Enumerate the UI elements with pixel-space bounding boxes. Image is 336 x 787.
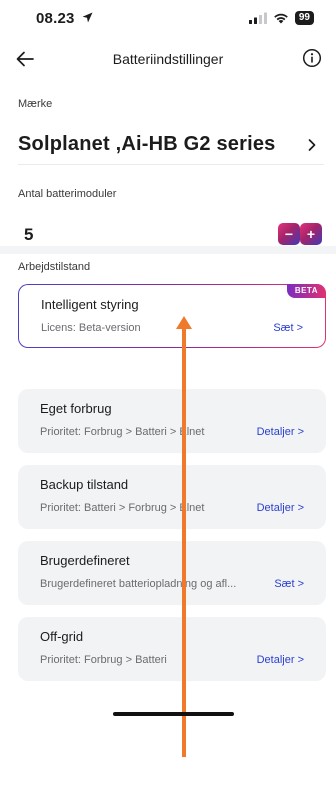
mode-title: Eget forbrug (40, 401, 112, 416)
section-separator (0, 246, 336, 254)
home-indicator (113, 712, 234, 716)
details-link[interactable]: Detaljer > (257, 426, 304, 438)
mode-card-custom[interactable]: Brugerdefineret Brugerdefineret batterio… (18, 541, 326, 605)
status-icons: 99 (248, 11, 314, 25)
mode-title: Brugerdefineret (40, 553, 130, 568)
mode-subtitle: Licens: Beta-version (41, 322, 141, 334)
annotation-arrow-shaft (182, 327, 186, 757)
mode-card-intelligent[interactable]: BETA Intelligent styring Licens: Beta-ve… (18, 284, 326, 348)
info-circle-icon[interactable] (302, 48, 322, 68)
mode-title: Intelligent styring (41, 297, 139, 312)
decrement-button[interactable]: − (278, 223, 300, 245)
modules-count: 5 (24, 225, 34, 244)
nav-bar: Batteriindstillinger (0, 42, 336, 76)
mode-subtitle: Prioritet: Forbrug > Batteri (40, 654, 167, 666)
work-mode-label: Arbejdstilstand (18, 261, 91, 273)
mode-card-off-grid[interactable]: Off-grid Prioritet: Forbrug > Batteri De… (18, 617, 326, 681)
mode-card-backup[interactable]: Backup tilstand Prioritet: Batteri > For… (18, 465, 326, 529)
mode-card-self-consumption[interactable]: Eget forbrug Prioritet: Forbrug > Batter… (18, 389, 326, 453)
chevron-right-icon[interactable] (306, 138, 318, 152)
details-link[interactable]: Detaljer > (257, 654, 304, 666)
battery-level: 99 (294, 11, 314, 25)
mode-title: Off-grid (40, 629, 84, 644)
mode-subtitle: Prioritet: Batteri > Forbrug > Elnet (40, 502, 205, 514)
set-link[interactable]: Sæt > (273, 322, 303, 334)
divider (18, 164, 324, 165)
status-time: 08.23 (36, 10, 75, 27)
mode-title: Backup tilstand (40, 477, 129, 492)
status-bar: 08.23 99 (0, 0, 336, 36)
beta-badge: BETA (286, 284, 326, 298)
modules-label: Antal batterimoduler (18, 188, 117, 200)
location-arrow-icon (82, 12, 93, 23)
signal-icon (248, 12, 267, 24)
page-title: Batteriindstillinger (112, 51, 224, 67)
set-link[interactable]: Sæt > (274, 578, 304, 590)
wifi-icon (274, 13, 288, 24)
brand-value[interactable]: Solplanet ,Ai-HB G2 series (18, 133, 276, 156)
details-link[interactable]: Detaljer > (257, 502, 304, 514)
mode-subtitle: Brugerdefineret batteriopladning og afl.… (40, 578, 237, 590)
annotation-arrow-head (176, 316, 192, 329)
mode-subtitle: Prioritet: Forbrug > Batteri > Elnet (40, 426, 205, 438)
increment-button[interactable]: + (300, 223, 322, 245)
brand-label: Mærke (18, 98, 53, 110)
